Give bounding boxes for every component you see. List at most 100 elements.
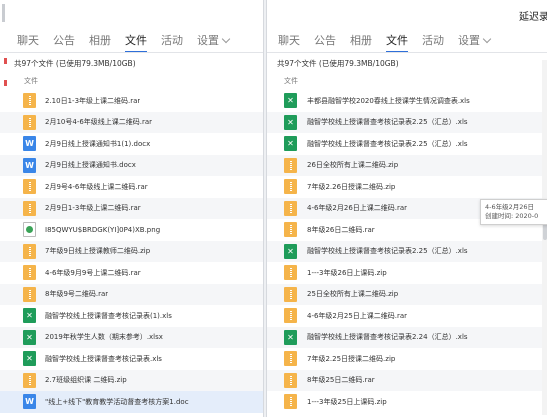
excel-file-icon: ✕	[23, 329, 36, 345]
archive-file-icon	[23, 114, 36, 130]
left-titlebar	[0, 0, 263, 26]
file-name: 7年级2.26日授课二维码.zip	[307, 182, 396, 191]
file-row[interactable]: 8年级9号二维码.rar	[0, 283, 263, 305]
file-name: 2月9日线上授课通知书.docx	[45, 161, 136, 170]
file-row[interactable]: W 2月9日线上授课通知书.docx	[0, 154, 263, 176]
file-name: 7年级9日线上授课教师二维码.zip	[45, 247, 151, 256]
column-header-file[interactable]: 文件	[284, 76, 298, 86]
archive-file-icon	[23, 200, 36, 216]
file-name: 7年级2.25日授课二维码.zip	[307, 354, 396, 363]
file-row[interactable]: 26日全校所有上课二维码.zip	[267, 154, 547, 176]
file-row[interactable]: 4-6年级9月9号上课二维码.rar	[0, 262, 263, 284]
excel-file-icon: ✕	[284, 243, 297, 259]
archive-file-icon	[23, 372, 36, 388]
file-name: 融智学校线上授课督查考核记录表2.24（汇总）.xls	[307, 333, 468, 342]
word-file-icon: W	[23, 157, 36, 173]
tab-files[interactable]: 文件	[125, 32, 147, 53]
archive-file-icon	[284, 286, 297, 302]
tooltip-created-time: 创建时间: 2020-0	[485, 212, 539, 220]
file-name: 2月9号4-6年级线上课二维码.rar	[45, 182, 148, 191]
file-row[interactable]: 25日全校所有上课二维码.zip	[267, 283, 547, 305]
storage-summary: 共97个文件 (已使用79.3MB/10GB)	[14, 59, 136, 68]
file-name: 融智学校线上授课督查考核记录表2.25（汇总）.xls	[307, 139, 468, 148]
tab-announcements[interactable]: 公告	[314, 32, 336, 52]
excel-file-icon: ✕	[284, 136, 297, 152]
archive-file-icon	[284, 394, 297, 410]
file-tooltip: 4-6年级2月26日 创建时间: 2020-0	[480, 199, 547, 225]
file-row[interactable]: 1---3年级25日上课码.zip	[267, 391, 547, 413]
archive-file-icon	[23, 179, 36, 195]
tab-album[interactable]: 相册	[89, 32, 111, 52]
file-row[interactable]: ✕ 融智学校线上授课督查考核记录表2.25（汇总）.xls	[267, 111, 547, 133]
tab-chat[interactable]: 聊天	[17, 32, 39, 52]
file-name: 25日全校所有上课二维码.zip	[307, 290, 399, 299]
file-row[interactable]: 2月10号4-6年级线上课二维码.rar	[0, 111, 263, 133]
red-marker-icon	[4, 80, 7, 86]
tab-album[interactable]: 相册	[350, 32, 372, 52]
file-row[interactable]: I85QWYU$BRDGK(YI]0P4)XB.png	[0, 219, 263, 241]
file-row[interactable]: 2.10日1-3年级上课二维码.rar	[0, 90, 263, 112]
tab-activities[interactable]: 活动	[161, 32, 183, 52]
file-row[interactable]: ✕ 融智学校线上授课督查考核记录表.xls	[0, 348, 263, 370]
file-name: 2019年秋学生人数（期末参考）.xlsx	[45, 333, 163, 342]
file-row[interactable]: 8年级25日二维码.rar	[267, 369, 547, 391]
archive-file-icon	[284, 372, 297, 388]
file-row[interactable]: ✕ 融智学校线上授课督查考核记录表2.24（汇总）.xls	[267, 326, 547, 348]
file-row[interactable]: 7年级2.25日授课二维码.zip	[267, 348, 547, 370]
file-row[interactable]: 2月9日1-3年级上课二维码.rar	[0, 197, 263, 219]
archive-file-icon	[23, 286, 36, 302]
scrollbar[interactable]	[542, 60, 547, 415]
archive-file-icon	[284, 179, 297, 195]
tab-files[interactable]: 文件	[386, 32, 408, 53]
file-row[interactable]: 2月9号4-6年级线上课二维码.rar	[0, 176, 263, 198]
file-row[interactable]: ✕ 丰都县融智学校2020春线上授课学生情况调查表.xls	[267, 90, 547, 112]
file-name: 1---3年级25日上课码.zip	[307, 397, 387, 406]
file-name: 1---3年级26日上课码.zip	[307, 268, 387, 277]
right-tab-bar: 聊天 公告 相册 文件 活动 设置	[278, 30, 504, 53]
excel-file-icon: ✕	[284, 114, 297, 130]
tab-chat[interactable]: 聊天	[278, 32, 300, 52]
tab-settings-label: 设置	[458, 34, 480, 47]
file-name: 4-6年级9月9号上课二维码.rar	[45, 268, 141, 277]
file-row[interactable]: 2.7班级组织课 二维码.zip	[0, 369, 263, 391]
tab-announcements[interactable]: 公告	[53, 32, 75, 52]
tooltip-filename: 4-6年级2月26日	[485, 203, 535, 211]
file-row[interactable]: ✕ 融智学校线上授课督查考核记录表2.25（汇总）.xls	[267, 133, 547, 155]
chevron-down-icon	[482, 34, 492, 44]
left-tab-bar: 聊天 公告 相册 文件 活动 设置	[17, 30, 243, 53]
word-file-icon: W	[23, 136, 36, 152]
file-name: 2月10号4-6年级线上课二维码.rar	[45, 118, 153, 127]
file-name: 8年级25日二维码.rar	[307, 376, 375, 385]
tab-divider	[0, 52, 263, 53]
file-name: 4-6年级2月25日上课二维码.rar	[307, 311, 408, 320]
tab-settings[interactable]: 设置	[197, 32, 231, 52]
column-header-file[interactable]: 文件	[24, 76, 38, 86]
file-name: 2月9日线上授课通知书1(1).docx	[45, 139, 151, 148]
tab-activities[interactable]: 活动	[422, 32, 444, 52]
file-row[interactable]: ✕ 融智学校线上授课督查考核记录表2.25（汇总）.xls	[267, 240, 547, 262]
file-name: 8年级26日二维码.rar	[307, 225, 375, 234]
file-name: 融智学校线上授课督查考核记录表.xls	[45, 354, 162, 363]
archive-file-icon	[23, 265, 36, 281]
file-row[interactable]: ✕ 2019年秋学生人数（期末参考）.xlsx	[0, 326, 263, 348]
tab-divider	[267, 52, 547, 53]
file-list: 2.10日1-3年级上课二维码.rar 2月10号4-6年级线上课二维码.rar W…	[0, 90, 263, 413]
file-row[interactable]: 7年级2.26日授课二维码.zip	[267, 176, 547, 198]
archive-file-icon	[284, 157, 297, 173]
file-name: 2月9日1-3年级上课二维码.rar	[45, 204, 141, 213]
archive-file-icon	[23, 243, 36, 259]
left-group-window: 聊天 公告 相册 文件 活动 设置 共97个文件 (已使用79.3MB/10GB…	[0, 0, 264, 417]
file-name: 2.10日1-3年级上课二维码.rar	[45, 96, 141, 105]
excel-file-icon: ✕	[284, 93, 297, 109]
file-list: ✕ 丰都县融智学校2020春线上授课学生情况调查表.xls ✕ 融智学校线上授课督查考…	[267, 90, 547, 413]
file-row[interactable]: W "线上+线下"教育教学活动督查考核方案1.doc	[0, 391, 263, 413]
file-row[interactable]: ✕ 融智学校线上授课督查考核记录表(1).xls	[0, 305, 263, 327]
file-row[interactable]: 1---3年级26日上课码.zip	[267, 262, 547, 284]
file-row[interactable]: 4-6年级2月25日上课二维码.rar	[267, 305, 547, 327]
file-name: 丰都县融智学校2020春线上授课学生情况调查表.xls	[307, 96, 470, 105]
tab-settings[interactable]: 设置	[458, 32, 492, 52]
excel-file-icon: ✕	[23, 308, 36, 324]
file-row[interactable]: 7年级9日线上授课教师二维码.zip	[0, 240, 263, 262]
red-marker-icon	[4, 58, 7, 64]
file-row[interactable]: W 2月9日线上授课通知书1(1).docx	[0, 133, 263, 155]
